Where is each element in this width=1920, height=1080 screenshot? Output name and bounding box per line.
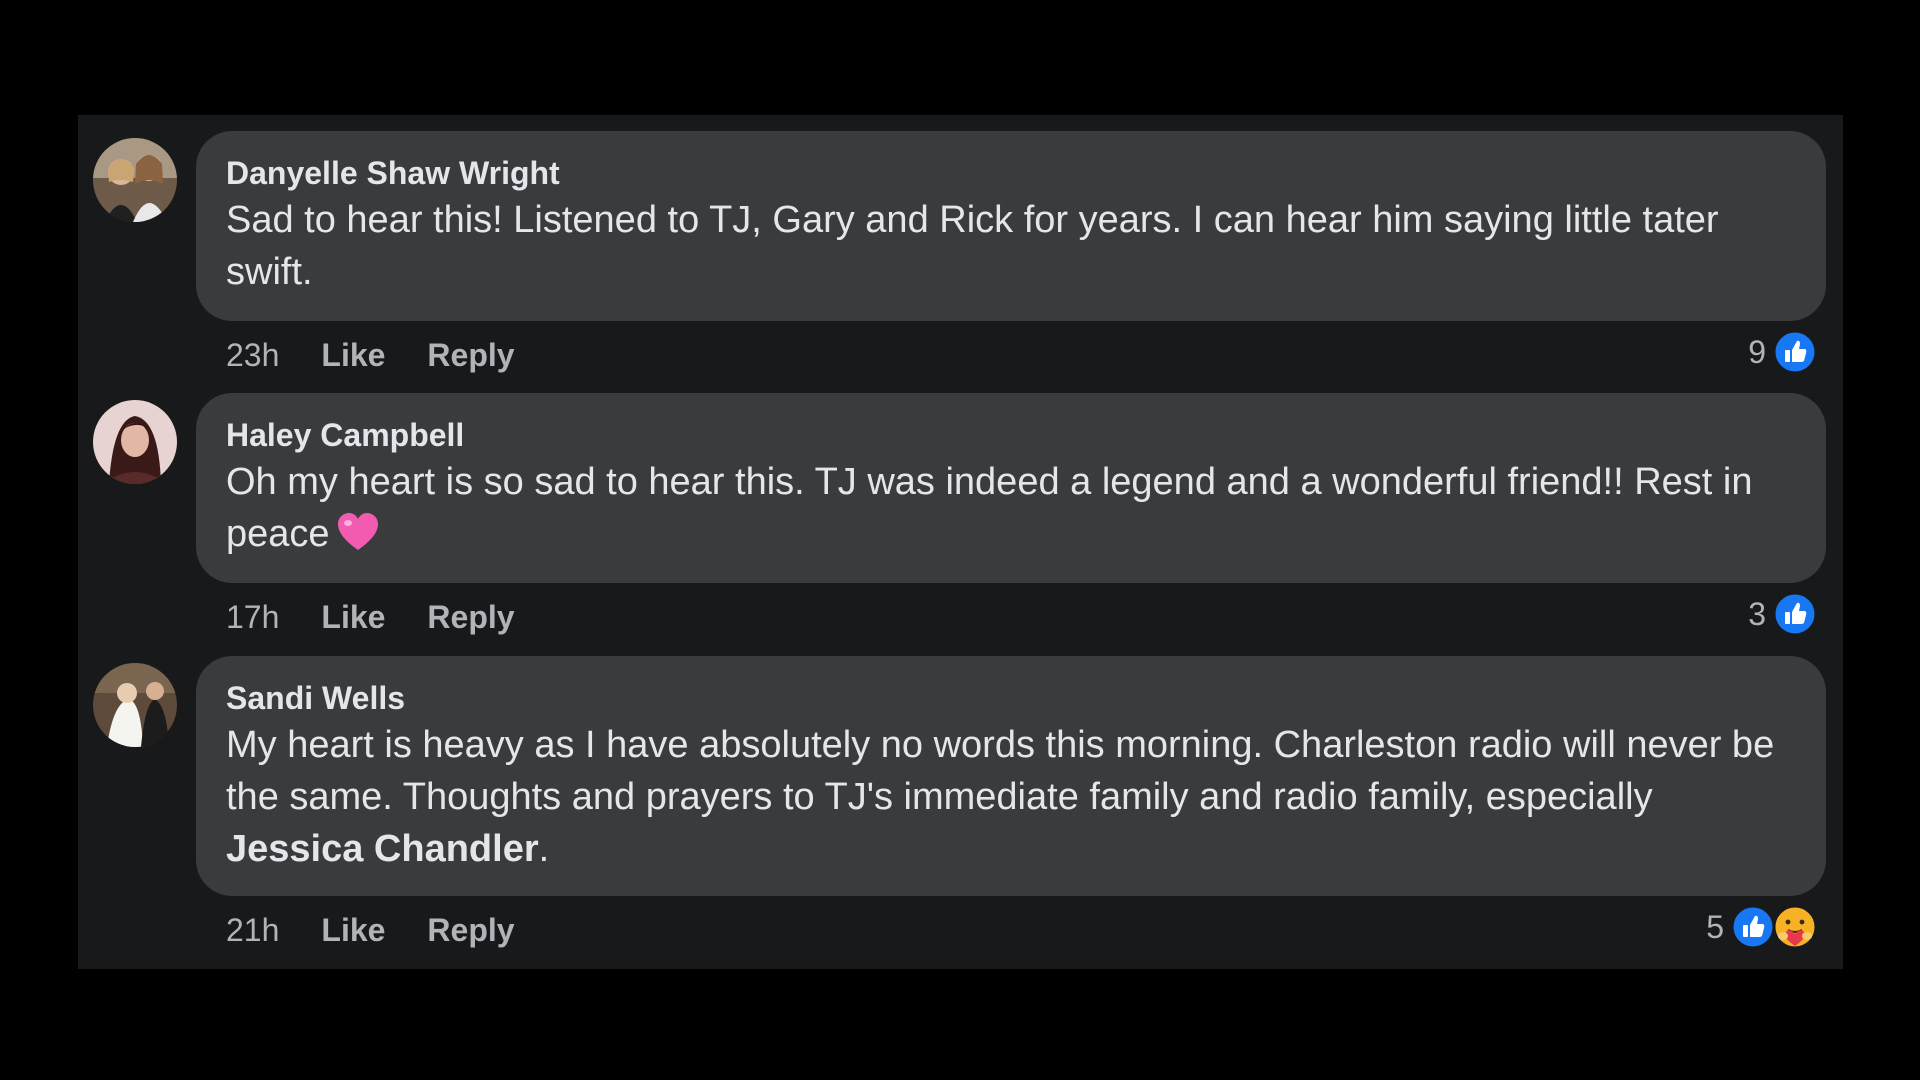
avatar-photo: [93, 138, 177, 222]
reaction-summary[interactable]: 9: [1748, 329, 1818, 375]
like-button[interactable]: Like: [321, 335, 385, 375]
reaction-count: 9: [1748, 333, 1766, 370]
comment-text-body: My heart is heavy as I have absolutely n…: [226, 724, 1775, 818]
comment-timestamp[interactable]: 23h: [226, 335, 279, 375]
reply-button[interactable]: Reply: [427, 335, 514, 375]
avatar[interactable]: [93, 400, 177, 484]
reaction-count: 5: [1706, 908, 1724, 945]
reaction-summary[interactable]: 5: [1706, 904, 1818, 950]
reaction-count: 3: [1748, 595, 1766, 632]
comment-text-body: Oh my heart is so sad to hear this. TJ w…: [226, 461, 1753, 555]
reply-button[interactable]: Reply: [427, 910, 514, 950]
like-button[interactable]: Like: [321, 597, 385, 637]
pink-heart-emoji: [337, 513, 378, 550]
comment-author[interactable]: Sandi Wells: [226, 678, 1796, 718]
comment-actions: 21h Like Reply: [226, 910, 557, 950]
comment-bubble: Sandi Wells My heart is heavy as I have …: [196, 656, 1826, 896]
reply-button[interactable]: Reply: [427, 597, 514, 637]
comment-bubble: Haley Campbell Oh my heart is so sad to …: [196, 393, 1826, 583]
like-icon: [1772, 329, 1818, 375]
avatar[interactable]: [93, 663, 177, 747]
comment-text-end: .: [538, 828, 550, 870]
comments-panel: Danyelle Shaw Wright Sad to hear this! L…: [78, 115, 1843, 969]
comment-text: My heart is heavy as I have absolutely n…: [226, 719, 1796, 875]
avatar-photo: [93, 400, 177, 484]
like-button[interactable]: Like: [321, 910, 385, 950]
comment-actions: 23h Like Reply: [226, 335, 557, 375]
reaction-summary[interactable]: 3: [1748, 591, 1818, 637]
comment-text: Oh my heart is so sad to hear this. TJ w…: [226, 456, 1796, 560]
comment-timestamp[interactable]: 17h: [226, 597, 279, 637]
comment-author[interactable]: Danyelle Shaw Wright: [226, 153, 1796, 193]
comment-author[interactable]: Haley Campbell: [226, 415, 1796, 455]
like-icon: [1772, 591, 1818, 637]
comment-timestamp[interactable]: 21h: [226, 910, 279, 950]
comment-bubble: Danyelle Shaw Wright Sad to hear this! L…: [196, 131, 1826, 321]
comment-text: Sad to hear this! Listened to TJ, Gary a…: [226, 199, 1719, 293]
care-icon: [1772, 904, 1818, 950]
avatar[interactable]: [93, 138, 177, 222]
mention-link[interactable]: Jessica Chandler: [226, 828, 539, 870]
avatar-photo: [93, 663, 177, 747]
comment-actions: 17h Like Reply: [226, 597, 557, 637]
like-icon: [1730, 904, 1776, 950]
